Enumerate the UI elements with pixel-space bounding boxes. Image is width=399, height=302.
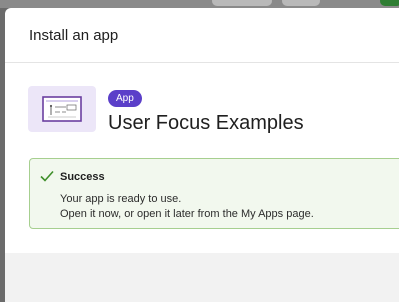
install-app-dialog: Install an app App User Focus Examples S… xyxy=(5,8,399,302)
app-preview-thumbnail-icon xyxy=(42,96,82,122)
dialog-footer xyxy=(5,253,399,302)
app-thumbnail xyxy=(28,86,96,132)
alert-message-line: Open it now, or open it later from the M… xyxy=(60,208,314,220)
app-name: User Focus Examples xyxy=(108,112,304,134)
background-chip xyxy=(282,0,320,6)
check-icon xyxy=(40,170,54,182)
dialog-title: Install an app xyxy=(29,26,119,44)
background-status-chip xyxy=(380,0,399,6)
success-alert: Success Your app is ready to use. Open i… xyxy=(29,158,399,229)
background-chip xyxy=(212,0,272,6)
alert-message-line: Your app is ready to use. xyxy=(60,193,182,205)
alert-message: Your app is ready to use. Open it now, o… xyxy=(60,192,314,222)
app-summary: App User Focus Examples xyxy=(28,86,304,135)
dialog-header: Install an app xyxy=(5,8,399,63)
app-meta: App User Focus Examples xyxy=(108,88,304,135)
background-toolbar xyxy=(0,0,399,8)
alert-title: Success xyxy=(60,171,105,183)
app-type-badge: App xyxy=(108,90,142,107)
